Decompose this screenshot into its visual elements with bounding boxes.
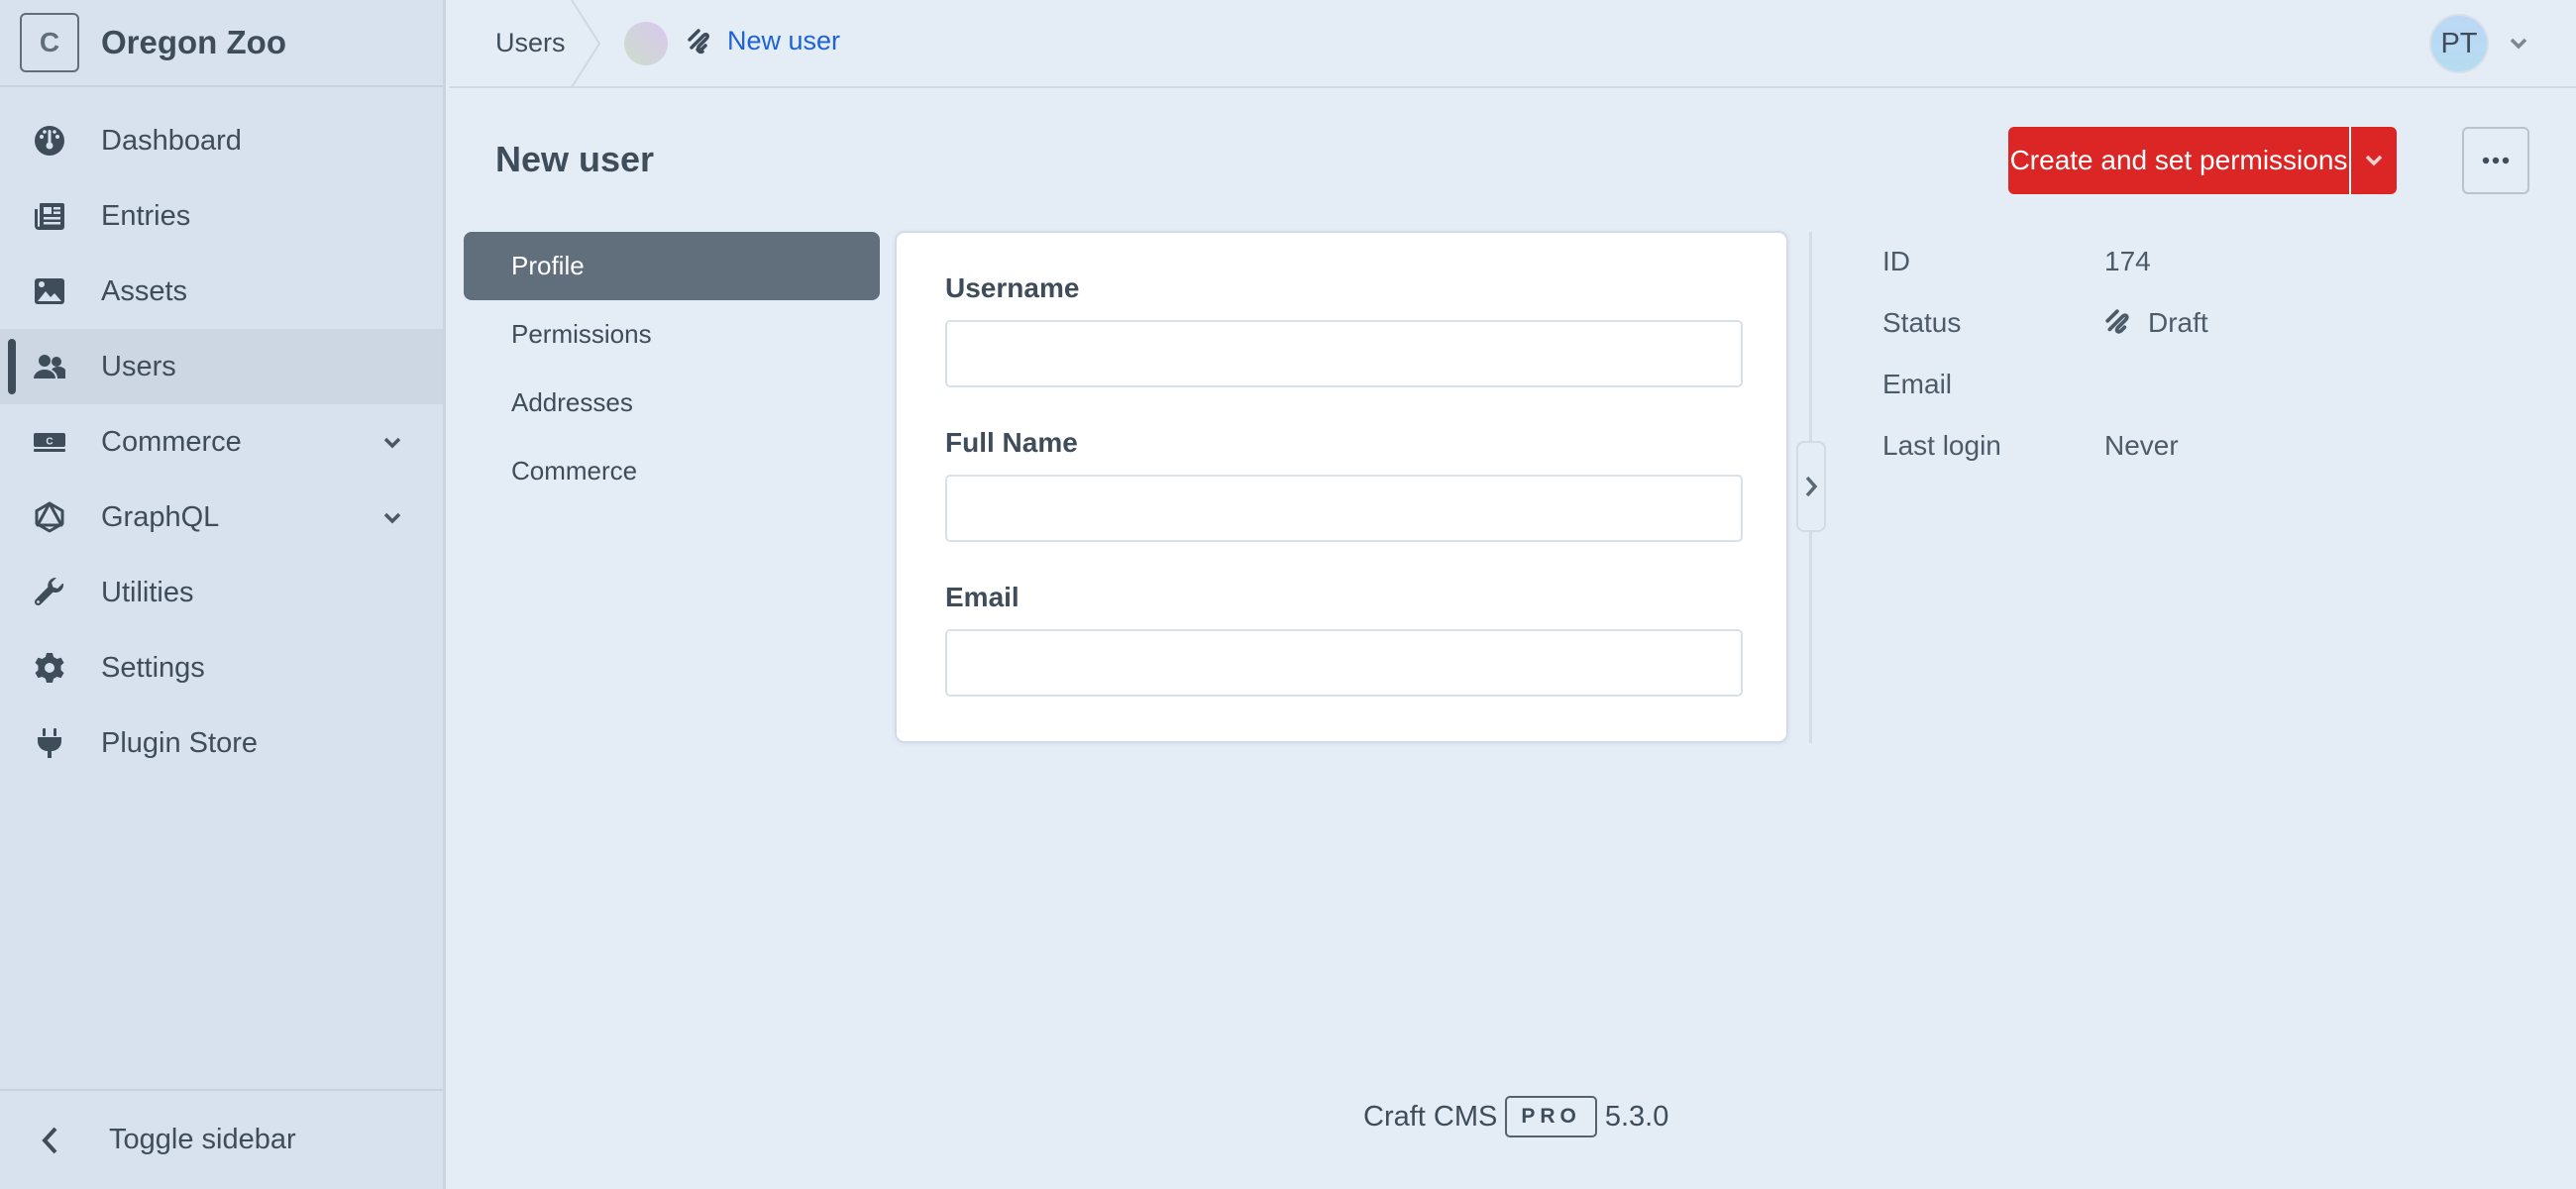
username-field: Username — [945, 272, 1743, 387]
tab-permissions[interactable]: Permissions — [464, 300, 880, 369]
status-text: Draft — [2148, 307, 2208, 338]
meta-row-email: Email — [1882, 354, 2208, 415]
sidebar-item-assets[interactable]: Assets — [0, 254, 443, 329]
breadcrumb-separator — [570, 0, 605, 88]
chevron-down-icon — [2365, 155, 2383, 166]
svg-text:C: C — [46, 437, 53, 448]
sidebar-item-commerce[interactable]: C Commerce — [0, 404, 443, 480]
form-tabs: Profile Permissions Addresses Commerce — [464, 232, 880, 505]
toggle-sidebar-label: Toggle sidebar — [109, 1124, 296, 1155]
site-logo[interactable]: C — [20, 13, 79, 72]
tab-profile[interactable]: Profile — [464, 232, 880, 300]
sidebar-item-label: Users — [101, 350, 176, 382]
users-icon — [34, 351, 65, 382]
sidebar-header: C Oregon Zoo — [0, 0, 443, 87]
plug-icon — [34, 727, 65, 759]
status-value: Draft — [2104, 307, 2208, 339]
tab-addresses[interactable]: Addresses — [464, 369, 880, 437]
graphql-icon — [34, 501, 65, 533]
meta-key: Status — [1882, 307, 1962, 338]
gear-icon — [34, 652, 65, 684]
meta-panel: ID 174 Status Draft Email Last login Nev… — [1882, 231, 2208, 477]
meta-row-last-login: Last login Never — [1882, 415, 2208, 477]
sidebar-item-label: Settings — [101, 651, 205, 684]
email-input[interactable] — [945, 629, 1743, 697]
meta-row-id: ID 174 — [1882, 231, 2208, 292]
edition-badge: PRO — [1505, 1096, 1597, 1137]
dashboard-gauge-icon — [34, 125, 65, 157]
breadcrumb-current[interactable]: New user — [727, 26, 840, 56]
sidebar-item-label: Utilities — [101, 576, 194, 608]
wrench-icon — [34, 577, 65, 608]
meta-key: Email — [1882, 369, 1953, 399]
sidebar: C Oregon Zoo Dashboard Entries Assets Us… — [0, 0, 446, 1189]
email-field: Email — [945, 582, 1743, 697]
site-name[interactable]: Oregon Zoo — [101, 24, 286, 61]
breadcrumb-users[interactable]: Users — [495, 28, 566, 58]
chevron-right-icon — [1805, 476, 1818, 497]
product-name: Craft CMS — [1363, 1100, 1498, 1133]
main-nav: Dashboard Entries Assets Users C Commerc… — [0, 87, 443, 781]
full-name-input[interactable] — [945, 475, 1743, 542]
meta-key: Last login — [1882, 430, 2001, 461]
user-avatar[interactable]: PT — [2429, 14, 2489, 73]
chevron-down-icon[interactable] — [380, 505, 404, 529]
sidebar-item-graphql[interactable]: GraphQL — [0, 480, 443, 555]
draft-icon — [687, 28, 714, 55]
top-bar: Users New user PT — [449, 0, 2576, 88]
email-label: Email — [945, 582, 1020, 612]
toggle-details-pane-button[interactable] — [1796, 441, 1826, 532]
sidebar-item-settings[interactable]: Settings — [0, 630, 443, 705]
newspaper-icon — [34, 200, 65, 232]
sidebar-item-utilities[interactable]: Utilities — [0, 555, 443, 630]
username-label: Username — [945, 272, 1080, 303]
app-footer: Craft CMS PRO 5.3.0 — [1363, 1096, 1668, 1137]
create-button-group: Create and set permissions — [2008, 127, 2397, 194]
chevron-left-icon — [42, 1127, 57, 1153]
full-name-field: Full Name — [945, 427, 1743, 542]
sidebar-item-plugin-store[interactable]: Plugin Store — [0, 705, 443, 781]
image-icon — [34, 275, 65, 307]
tab-commerce[interactable]: Commerce — [464, 437, 880, 505]
meta-value: Never — [2104, 430, 2179, 461]
new-user-avatar — [624, 22, 668, 65]
create-and-set-permissions-button[interactable]: Create and set permissions — [2008, 127, 2349, 194]
meta-value: 174 — [2104, 246, 2151, 276]
more-actions-button[interactable] — [2462, 127, 2529, 194]
full-name-label: Full Name — [945, 427, 1078, 458]
meta-key: ID — [1882, 246, 1910, 276]
meta-row-status: Status Draft — [1882, 292, 2208, 354]
sidebar-item-dashboard[interactable]: Dashboard — [0, 103, 443, 178]
username-input[interactable] — [945, 320, 1743, 387]
sidebar-item-label: Commerce — [101, 425, 242, 458]
draft-icon — [2105, 309, 2129, 334]
page-title: New user — [495, 139, 655, 179]
toggle-sidebar-button[interactable]: Toggle sidebar — [0, 1089, 443, 1189]
version-number: 5.3.0 — [1604, 1100, 1669, 1133]
chevron-down-icon[interactable] — [2509, 36, 2528, 52]
sidebar-item-users[interactable]: Users — [0, 329, 443, 404]
sidebar-item-label: Plugin Store — [101, 726, 258, 759]
sidebar-item-label: GraphQL — [101, 500, 220, 533]
sidebar-item-label: Dashboard — [101, 124, 242, 157]
chevron-down-icon[interactable] — [380, 430, 404, 454]
commerce-icon: C — [34, 426, 65, 458]
sidebar-item-entries[interactable]: Entries — [0, 178, 443, 254]
sidebar-item-label: Entries — [101, 199, 191, 232]
sidebar-item-label: Assets — [101, 274, 188, 307]
ellipsis-icon — [2482, 157, 2510, 164]
profile-form-card: Username Full Name Email — [895, 231, 1788, 743]
save-options-menu-button[interactable] — [2351, 127, 2397, 194]
